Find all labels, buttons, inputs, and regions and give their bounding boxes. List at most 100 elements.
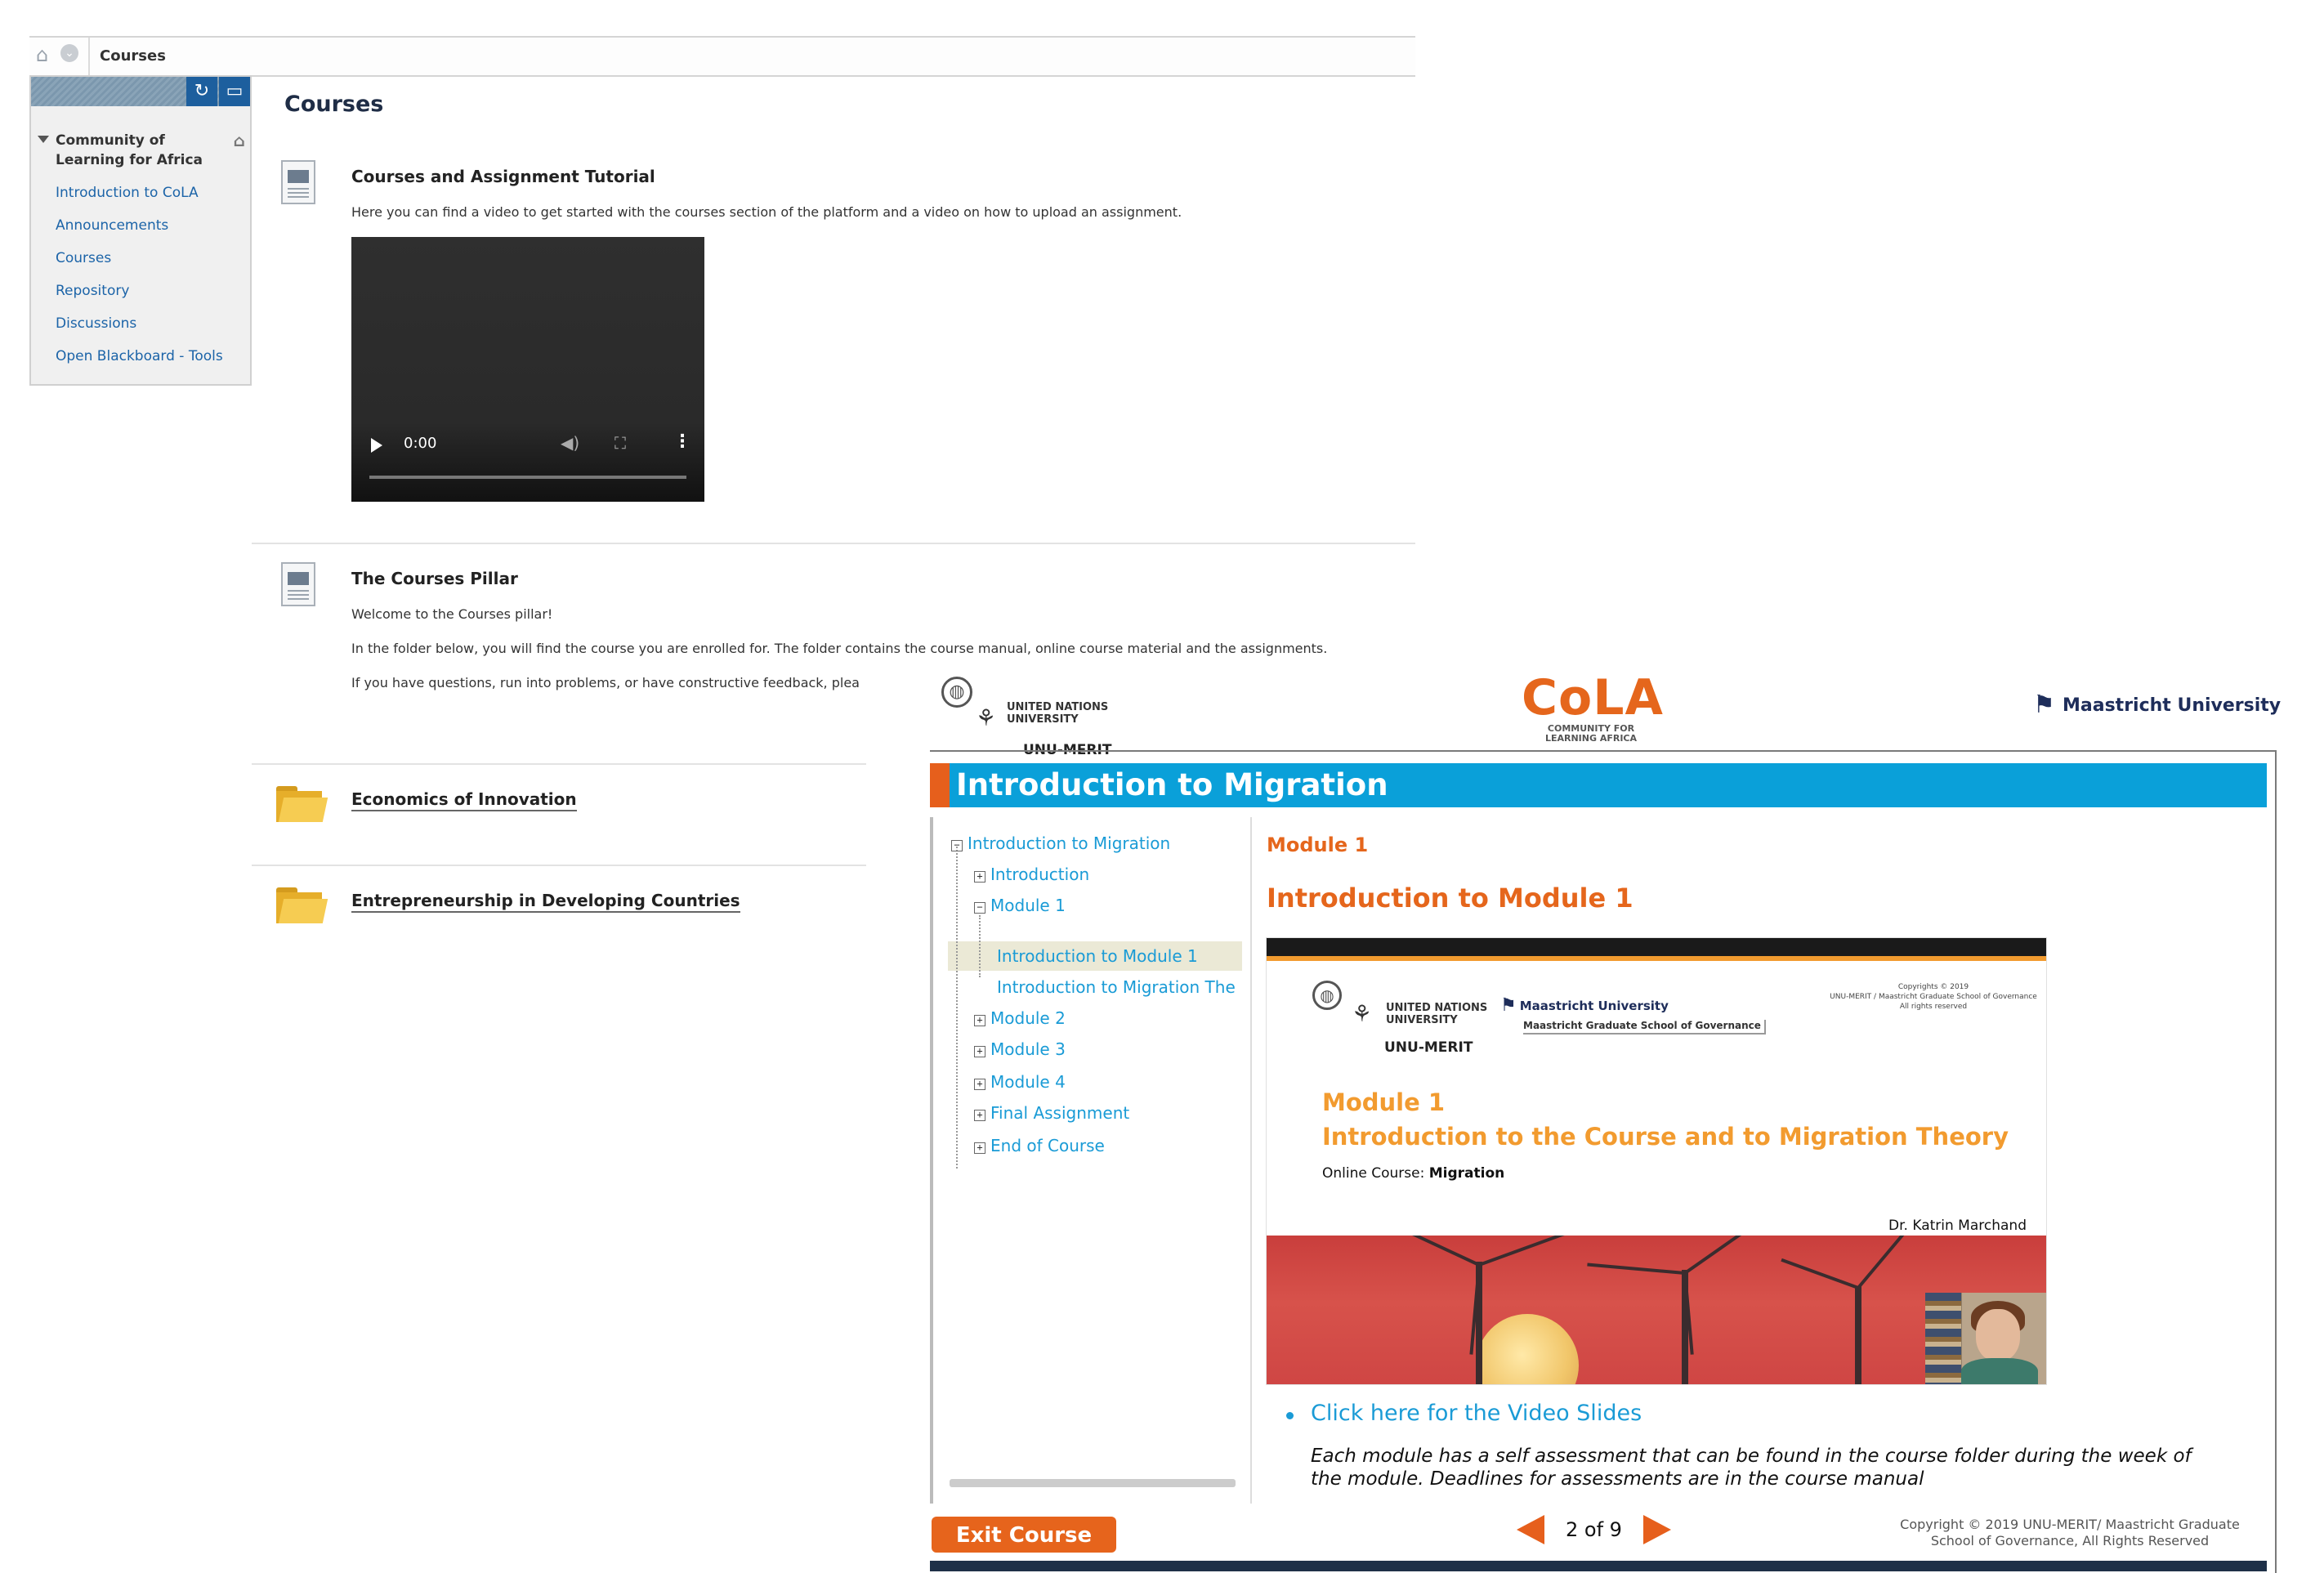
- course-home-icon[interactable]: ⌂: [234, 131, 245, 150]
- course-menu-list: Introduction to CoLA Announcements Cours…: [31, 177, 250, 373]
- page-title: Courses: [284, 92, 384, 117]
- toc-item-final-assignment[interactable]: + Final Assignment: [974, 1103, 1129, 1123]
- home-icon[interactable]: ⌂: [36, 44, 57, 65]
- previous-arrow-icon[interactable]: [1517, 1515, 1544, 1544]
- footer-bar: [930, 1561, 2267, 1571]
- video-slides-link[interactable]: Click here for the Video Slides: [1311, 1401, 1642, 1426]
- maastricht-flag-icon: ⚑: [1500, 995, 1517, 1016]
- folder-icon: [276, 887, 328, 923]
- expand-icon[interactable]: +: [974, 871, 985, 883]
- divider: [252, 543, 1415, 544]
- sidebar-item-announcements[interactable]: Announcements: [56, 209, 250, 242]
- pillar-feedback-text: If you have questions, run into problems…: [351, 675, 860, 690]
- item-description-tutorial: Here you can find a video to get started…: [351, 204, 1182, 220]
- self-assessment-note: Each module has a self assessment that c…: [1311, 1446, 2192, 1490]
- folder-link-entrepreneurship[interactable]: Entrepreneurship in Developing Countries: [351, 891, 740, 913]
- sidebar-item-discussions[interactable]: Discussions: [56, 307, 250, 340]
- course-title-bar: Introduction to Migration: [930, 763, 2267, 807]
- slide-maastricht-logo: ⚑ Maastricht University: [1500, 995, 1669, 1016]
- toc-item-module-1[interactable]: − Module 1: [974, 896, 1066, 915]
- more-options-icon[interactable]: ⋮: [673, 431, 691, 452]
- document-icon: [281, 160, 315, 204]
- lesson-content: Module 1 Introduction to Module 1 ◍ ⚘ UN…: [1260, 817, 2265, 1512]
- course-menu: ↻ ▭ Community of Learning for Africa ⌂ I…: [29, 75, 252, 386]
- un-globe-icon: ◍: [941, 677, 972, 708]
- bullet-icon: [1286, 1412, 1294, 1419]
- expand-icon[interactable]: +: [974, 1079, 985, 1090]
- course-menu-header: ↻ ▭: [31, 77, 250, 106]
- slide-copyright: Copyrights © 2019 UNU-MERIT / Maastricht …: [1830, 983, 2037, 1011]
- unu-tree-icon: ⚘: [1352, 1000, 1373, 1027]
- collapse-triangle-icon[interactable]: [38, 136, 49, 143]
- unu-tree-icon: ⚘: [976, 704, 997, 731]
- breadcrumb-current[interactable]: Courses: [100, 38, 166, 75]
- expand-icon[interactable]: +: [974, 1046, 985, 1057]
- breadcrumb-bar: ⌂ ⌄ Courses: [29, 36, 1415, 77]
- next-arrow-icon[interactable]: [1642, 1515, 1671, 1544]
- slide-unu-text: UNITED NATIONS UNIVERSITY: [1386, 1002, 1488, 1026]
- toc-item-introduction-to-migration-theory[interactable]: Introduction to Migration The: [997, 977, 1236, 997]
- toc-horizontal-scrollbar[interactable]: [950, 1479, 1236, 1487]
- module-label: Module 1: [1267, 833, 1369, 856]
- slide-title: Introduction to the Course and to Migrat…: [1322, 1123, 2009, 1151]
- slide-course: Online Course: Migration: [1322, 1165, 1505, 1182]
- folder-icon: [276, 786, 328, 822]
- maastricht-university-logo: ⚑ Maastricht University: [2033, 690, 2282, 719]
- menu-toggle-icon[interactable]: ⌄: [60, 44, 78, 62]
- presenter-webcam: [1925, 1293, 2046, 1384]
- fullscreen-icon[interactable]: ⛶: [615, 433, 626, 453]
- course-name[interactable]: Community of Learning for Africa ⌂: [38, 131, 245, 170]
- slide-author: Dr. Katrin Marchand: [1888, 1218, 2027, 1234]
- wind-turbine-image: [1267, 1236, 2046, 1384]
- slide-unu-merit: UNU-MERIT: [1384, 1039, 1473, 1056]
- footer-copyright: Copyright © 2019 UNU-MERIT/ Maastricht G…: [1900, 1517, 2240, 1548]
- video-progress-bar[interactable]: [369, 476, 686, 479]
- expand-icon[interactable]: +: [974, 1142, 985, 1154]
- pillar-folder-text: In the folder below, you will find the c…: [351, 641, 1328, 656]
- refresh-icon[interactable]: ↻: [186, 77, 217, 106]
- toc-item-module-3[interactable]: + Module 3: [974, 1039, 1066, 1059]
- divider: [252, 865, 866, 866]
- sun-image: [1476, 1314, 1579, 1384]
- collapse-icon[interactable]: −: [974, 902, 985, 914]
- expand-icon[interactable]: +: [974, 1110, 985, 1121]
- document-icon: [281, 562, 315, 606]
- sidebar-item-courses[interactable]: Courses: [56, 242, 250, 275]
- slide-pager: 2 of 9: [1517, 1515, 1671, 1554]
- sidebar-item-introduction-to-cola[interactable]: Introduction to CoLA: [56, 177, 250, 209]
- toc-item-introduction-to-module-1[interactable]: Introduction to Module 1: [997, 946, 1198, 966]
- page-count: 2 of 9: [1566, 1518, 1622, 1541]
- title-accent: [930, 763, 950, 807]
- exit-course-button[interactable]: Exit Course: [932, 1517, 1116, 1553]
- video-slide[interactable]: ◍ ⚘ UNITED NATIONS UNIVERSITY UNU-MERIT ⚑…: [1267, 938, 2046, 1384]
- video-player[interactable]: 0:00 ◀) ⛶ ⋮: [351, 237, 704, 502]
- folder-link-economics-of-innovation[interactable]: Economics of Innovation: [351, 789, 577, 811]
- module-title: Introduction to Module 1: [1267, 883, 1634, 914]
- slide-module: Module 1: [1322, 1088, 1446, 1116]
- un-globe-icon: ◍: [1312, 981, 1342, 1010]
- toc-item-introduction-to-migration[interactable]: − Introduction to Migration: [951, 833, 1170, 853]
- video-time: 0:00: [404, 435, 437, 452]
- toc-item-end-of-course[interactable]: + End of Course: [974, 1136, 1105, 1155]
- item-title-courses-pillar: The Courses Pillar: [351, 569, 518, 588]
- folder-view-icon[interactable]: ▭: [219, 77, 250, 106]
- pillar-welcome-text: Welcome to the Courses pillar!: [351, 606, 553, 622]
- expand-icon[interactable]: +: [974, 1015, 985, 1026]
- collapse-icon[interactable]: −: [951, 840, 963, 851]
- course-player-window: ◍ ⚘ UNITED NATIONS UNIVERSITY UNU-MERIT C…: [930, 665, 2324, 1573]
- item-title-tutorial: Courses and Assignment Tutorial: [351, 167, 655, 186]
- table-of-contents: − Introduction to Migration + Introduction…: [930, 817, 1252, 1504]
- divider: [252, 763, 866, 765]
- toc-item-module-4[interactable]: + Module 4: [974, 1072, 1066, 1092]
- course-title: Introduction to Migration: [956, 767, 1388, 802]
- toc-item-module-2[interactable]: + Module 2: [974, 1008, 1066, 1028]
- divider: [88, 38, 90, 75]
- maastricht-flag-icon: ⚑: [2033, 690, 2055, 719]
- sidebar-item-open-blackboard-tools[interactable]: Open Blackboard - Tools: [56, 340, 250, 373]
- volume-icon[interactable]: ◀): [561, 433, 579, 453]
- play-icon[interactable]: [371, 438, 382, 453]
- slide-maastricht-school: Maastricht Graduate School of Governance: [1523, 1020, 1766, 1035]
- cola-logo: CoLA COMMUNITY FOR LEARNING AFRICA: [1522, 669, 1664, 744]
- toc-item-introduction[interactable]: + Introduction: [974, 865, 1089, 884]
- sidebar-item-repository[interactable]: Repository: [56, 275, 250, 307]
